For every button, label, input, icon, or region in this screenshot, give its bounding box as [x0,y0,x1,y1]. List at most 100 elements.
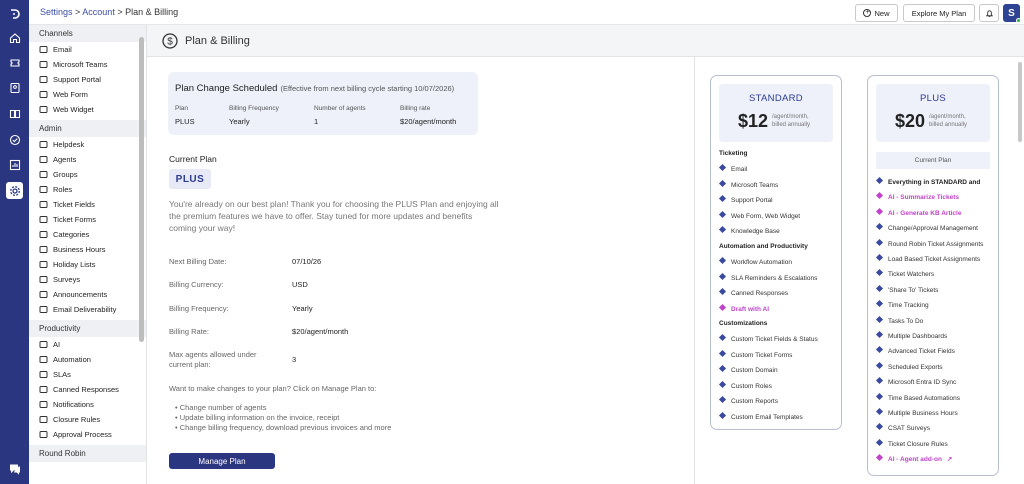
sidebar-item[interactable]: SLAs [29,367,146,382]
plan-feature: Workflow Automation [718,257,792,266]
sidebar-item[interactable]: Microsoft Teams [29,57,146,72]
sidebar-item-label: Canned Responses [53,385,119,394]
sidebar-item-label: Helpdesk [53,140,85,149]
plan-feature-label: AI - Agent add-on [888,456,942,464]
diamond-bullet-icon [718,334,727,342]
detail-label: Billing Frequency: [169,304,229,313]
closure-icon [39,415,48,424]
breadcrumb: Settings > Account > Plan & Billing [40,7,178,17]
plan-feature-label: Microsoft Teams [731,181,779,189]
plan-changes-intro: Want to make changes to your plan? Click… [169,384,377,393]
sidebar-scrollbar[interactable] [139,37,144,342]
detail-label: Billing Rate: [169,327,210,336]
plan-feature: Load Based Ticket Assignments [875,253,980,263]
breadcrumb-account-link[interactable]: Account [82,7,115,17]
sidebar-item[interactable]: Groups [29,167,146,182]
new-button[interactable]: + New [855,4,898,22]
automation-icon [39,355,48,364]
bell-icon [985,9,993,17]
diamond-bullet-icon [718,288,727,296]
roles-icon [39,185,48,194]
plan-feature: Scheduled Exports [875,361,943,371]
sidebar-item[interactable]: Canned Responses [29,382,146,397]
current-plan-message: You're already on our best plan! Thank y… [169,199,499,233]
manage-plan-button[interactable]: Manage Plan [169,453,275,469]
plan-feature-label: Custom Ticket Fields & Status [731,336,818,344]
settings-gear-icon[interactable] [6,182,23,199]
diamond-bullet-icon [875,269,884,277]
plan-feature[interactable]: AI - Agent add-on ↗ [875,454,953,464]
plan-feature: CSAT Surveys [875,423,930,432]
sidebar-item[interactable]: Notifications [29,397,146,412]
app-logo-icon[interactable] [6,5,23,22]
tickets-icon[interactable] [6,54,23,71]
detail-value: 3 [292,355,297,364]
sidebar-item-label: Closure Rules [53,415,101,424]
chat-icon[interactable] [6,460,23,477]
plan-change-item: Change billing frequency, download previ… [175,423,392,433]
sidebar-item[interactable]: Support Portal [29,72,146,87]
sidebar-item[interactable]: Approval Process [29,427,146,442]
sidebar-item[interactable]: Business Hours [29,242,146,257]
plan-feature-label: Draft with AI [731,305,770,313]
sidebar-item-label: Holiday Lists [53,260,96,269]
home-icon[interactable] [6,29,23,46]
plan-changes-list: Change number of agents Update billing i… [169,403,392,433]
sidebar-item[interactable]: Categories [29,227,146,242]
sidebar-item[interactable]: Announcements [29,287,146,302]
diamond-bullet-icon [875,330,884,339]
knowledge-base-icon[interactable] [6,105,23,122]
tasks-icon[interactable] [6,131,23,148]
sidebar-item[interactable]: Closure Rules [29,412,146,427]
breadcrumb-settings-link[interactable]: Settings [40,7,73,17]
plan-period-rate: /agent/month, [772,114,809,120]
plan-feature: 'Share To' Tickets [875,284,938,294]
sidebar-item-label: Surveys [53,275,81,284]
diamond-bullet-icon [718,365,727,373]
contacts-icon[interactable] [6,79,23,96]
sidebar-item[interactable]: Surveys [29,272,146,287]
diamond-bullet-icon [875,207,884,215]
user-avatar[interactable]: S [1003,4,1021,23]
plus-plan-card: PLUS $20 /agent/month, billed annually Cu… [867,75,999,476]
external-link-icon: ↗ [946,456,953,464]
plan-feature-label: Knowledge Base [731,228,780,236]
plan-feature: Round Robin Ticket Assignments [875,238,984,248]
sidebar-item[interactable]: Automation [29,352,146,367]
reports-icon[interactable] [6,156,23,173]
notifications-button[interactable] [979,4,999,22]
sidebar-item[interactable]: AI [29,337,146,352]
diamond-bullet-icon [875,284,884,292]
detail-label: Billing Currency: [169,280,224,289]
plan-change-subtitle: (Effective from next billing cycle start… [280,84,455,93]
plan-feature-label: Canned Responses [731,290,789,298]
sidebar-section-header: Channels [29,25,146,42]
detail-value: 07/10/26 [292,257,322,266]
sidebar-item[interactable]: Agents [29,152,146,167]
plan-feature: Web Form, Web Widget [718,210,800,220]
plan-feature: Multiple Business Hours [875,407,958,417]
scrollbar[interactable] [1018,62,1022,142]
sidebar-item[interactable]: Holiday Lists [29,257,146,272]
schedule-label: Plan [175,105,189,112]
sidebar-item[interactable]: Web Widget [29,102,146,117]
plan-feature: Automation and Productivity [719,243,808,250]
plan-feature-label: Round Robin Ticket Assignments [888,240,984,248]
schedule-value: 1 [314,117,319,126]
sidebar-item[interactable]: Ticket Forms [29,212,146,227]
sidebar-item-label: Agents [53,155,77,164]
sidebar-item-label: AI [53,340,61,349]
sidebar-item[interactable]: Ticket Fields [29,197,146,212]
sidebar-item[interactable]: Helpdesk [29,137,146,152]
diamond-bullet-icon [718,179,727,187]
ticket-forms-icon [39,215,48,224]
diamond-bullet-icon [718,272,727,280]
plan-change-item: Change number of agents [175,403,391,413]
explore-my-plan-button[interactable]: Explore My Plan [903,4,975,22]
plan-change-scheduled-card: Plan Change Scheduled (Effective from nex… [168,72,478,135]
sidebar-item[interactable]: Web Form [29,87,146,102]
sidebar-item[interactable]: Roles [29,182,146,197]
detail-value: $20/agent/month [292,327,349,336]
sidebar-item[interactable]: Email Deliverability [29,302,146,317]
sidebar-item[interactable]: Email [29,42,146,57]
